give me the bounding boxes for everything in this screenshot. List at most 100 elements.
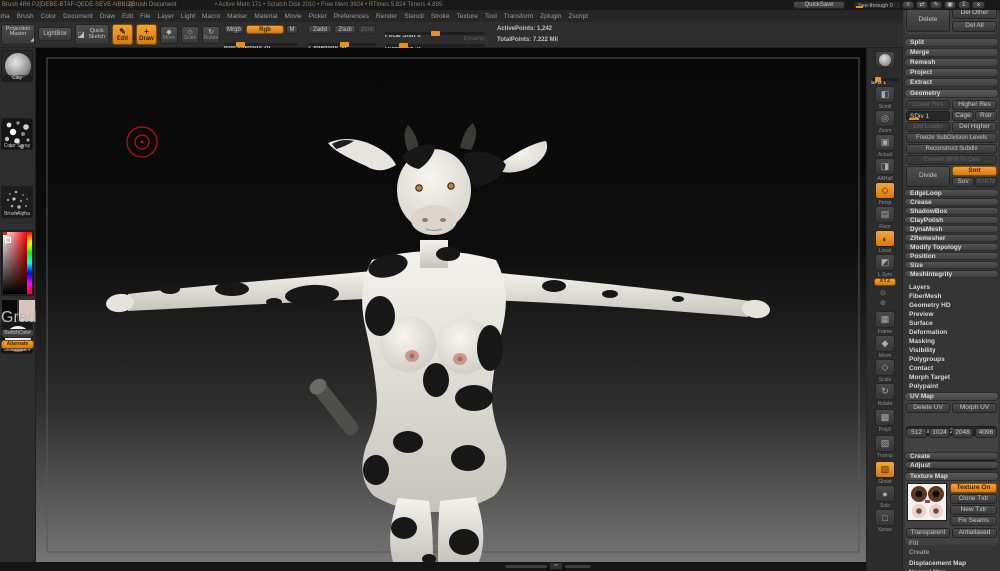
delete-button[interactable]: Delete bbox=[906, 8, 950, 32]
shelf-move[interactable]: ◆ Move bbox=[875, 335, 895, 359]
menu-color[interactable]: Color bbox=[41, 13, 57, 20]
see-through-knob[interactable] bbox=[856, 6, 863, 8]
rgb-intensity-knob[interactable] bbox=[236, 42, 245, 47]
menu-preferences[interactable]: Preferences bbox=[334, 13, 369, 20]
dynamic-label[interactable]: Dynamic bbox=[464, 37, 485, 43]
section-modify-topology[interactable]: Modify Topology bbox=[904, 243, 999, 251]
pivot-a-icon[interactable]: ⊙ bbox=[880, 289, 886, 297]
draw-size-slider[interactable]: Draw Size 52 Dynamic bbox=[385, 36, 485, 46]
section-masking[interactable]: Masking bbox=[904, 337, 999, 345]
shelf-aahalf[interactable]: ◨ AAHalf bbox=[875, 158, 895, 182]
canvas-scrollbar-left[interactable] bbox=[505, 565, 547, 568]
swap-shelves-icon[interactable]: ⇄ bbox=[916, 1, 928, 9]
fix-seams-button[interactable]: Fix Seams bbox=[950, 516, 997, 526]
new-texture-button[interactable]: New Txtr bbox=[950, 505, 997, 515]
menu-document[interactable]: Document bbox=[63, 13, 93, 20]
edit-mode-button[interactable]: ✎ Edit bbox=[112, 24, 133, 45]
rotate-mode-button[interactable]: ↻ Rotate bbox=[202, 26, 220, 44]
section-position[interactable]: Position bbox=[904, 252, 999, 260]
section-uv-map[interactable]: UV Map bbox=[904, 392, 999, 401]
menu-movie[interactable]: Movie bbox=[284, 13, 301, 20]
menu-tool[interactable]: Tool bbox=[485, 13, 497, 20]
drag-ui-icon[interactable]: ≡ bbox=[902, 1, 914, 9]
section-morph-target[interactable]: Morph Target bbox=[904, 373, 999, 381]
transparent-button[interactable]: Transparent bbox=[906, 528, 950, 538]
draw-mode-button[interactable]: + Draw bbox=[136, 24, 157, 45]
menu-brush[interactable]: Brush bbox=[17, 13, 34, 20]
bpr-button[interactable] bbox=[875, 51, 895, 68]
mrgb-button[interactable]: Mrgb bbox=[224, 25, 244, 34]
section-merge[interactable]: Merge bbox=[904, 48, 999, 57]
shelf-lsym[interactable]: ◩ L.Sym bbox=[875, 254, 895, 278]
rstuv-toggle[interactable]: RstUV bbox=[975, 177, 997, 187]
section-zremesher[interactable]: ZRemesher bbox=[904, 234, 999, 242]
menu-render[interactable]: Render bbox=[376, 13, 397, 20]
spix-knob[interactable] bbox=[875, 77, 881, 82]
shelf-frame[interactable]: ▦ Frame bbox=[875, 311, 895, 335]
move-mode-button[interactable]: ◆ Move bbox=[160, 26, 178, 44]
texture-map-thumbnail[interactable] bbox=[907, 483, 947, 521]
uv-size-2048-button[interactable]: 2048 bbox=[952, 428, 973, 438]
z-intensity-slider[interactable]: Z Intensity 50 bbox=[308, 36, 376, 45]
projection-master-button[interactable]: Projection Master ◢ bbox=[1, 24, 35, 45]
section-layers[interactable]: Layers bbox=[904, 283, 999, 291]
section-texture-create[interactable]: Create bbox=[904, 548, 999, 556]
sdiv-slider[interactable]: SDiv 1 bbox=[906, 111, 950, 121]
menu-zscript[interactable]: Zscript bbox=[569, 13, 589, 20]
spix-slider[interactable]: SPix 1 bbox=[871, 71, 899, 81]
shelf-actual[interactable]: ▣ Actual bbox=[875, 134, 895, 158]
section-visibility[interactable]: Visibility bbox=[904, 346, 999, 354]
morph-uv-button[interactable]: Morph UV bbox=[952, 403, 997, 413]
section-extract[interactable]: Extract bbox=[904, 78, 999, 87]
menu-stroke[interactable]: Stroke bbox=[431, 13, 450, 20]
shelf-transp[interactable]: ▨ Transp bbox=[875, 435, 895, 459]
menu-marker[interactable]: Marker bbox=[227, 13, 247, 20]
menu-material[interactable]: Material bbox=[254, 13, 277, 20]
document-canvas[interactable] bbox=[36, 48, 866, 562]
section-project[interactable]: Project bbox=[904, 68, 999, 77]
section-surface[interactable]: Surface bbox=[904, 319, 999, 327]
sigma-icon[interactable]: Σ bbox=[958, 1, 970, 9]
uv-size-512-button[interactable]: 512 bbox=[906, 428, 927, 438]
current-stroke-thumbnail[interactable]: Color Spray bbox=[1, 118, 33, 150]
cage-button[interactable]: Cage bbox=[952, 111, 974, 121]
canvas-scrollbar-toggle[interactable]: ▴▾ bbox=[550, 563, 562, 569]
focal-shift-slider[interactable]: Focal Shift 0 bbox=[385, 24, 485, 34]
lightbox-button[interactable]: LightBox bbox=[38, 27, 72, 41]
rgb-button[interactable]: Rgb bbox=[246, 25, 284, 34]
shelf-scroll[interactable]: ◧ Scroll bbox=[875, 86, 895, 110]
section-geometry[interactable]: Geometry bbox=[904, 89, 999, 98]
quick-sketch-button[interactable]: ◪ Quick Sketch bbox=[75, 24, 109, 45]
section-size[interactable]: Size bbox=[904, 261, 999, 269]
section-fibermesh[interactable]: FiberMesh bbox=[904, 292, 999, 300]
rstr-button[interactable]: Rstr bbox=[975, 111, 997, 121]
scale-mode-button[interactable]: ◇ Scale bbox=[181, 26, 199, 44]
section-displacement-map[interactable]: Displacement Map bbox=[904, 559, 999, 567]
document-icon[interactable]: ▣ bbox=[944, 1, 956, 9]
rgb-intensity-slider[interactable]: Rgb Intensity 20 bbox=[224, 36, 298, 45]
suv-toggle[interactable]: Suv bbox=[952, 177, 974, 187]
shelf-rotate[interactable]: ↻ Rotate bbox=[875, 383, 895, 407]
lower-res-button[interactable]: Lower Res bbox=[906, 100, 950, 110]
section-split[interactable]: Split bbox=[904, 38, 999, 47]
del-all-button[interactable]: Del All bbox=[952, 21, 997, 32]
divide-button[interactable]: Divide bbox=[906, 166, 950, 187]
menu-light[interactable]: Light bbox=[181, 13, 195, 20]
zcut-button[interactable]: Zcut bbox=[358, 25, 376, 34]
shelf-polyf[interactable]: ▩ PolyF bbox=[875, 409, 895, 433]
color-picker[interactable] bbox=[1, 230, 34, 296]
section-fill[interactable]: Fill bbox=[904, 539, 999, 547]
menu-zplugin[interactable]: Zplugin bbox=[540, 13, 561, 20]
shelf-floor[interactable]: ▤ Floor bbox=[875, 206, 895, 230]
section-crease[interactable]: Crease bbox=[904, 198, 999, 206]
uv-size-1024-button[interactable]: 1024 bbox=[929, 428, 950, 438]
clone-texture-button[interactable]: Clone Txtr bbox=[950, 494, 997, 504]
section-shadowbox[interactable]: ShadowBox bbox=[904, 207, 999, 215]
section-uv-adjust[interactable]: Adjust bbox=[904, 461, 999, 469]
menu-edit[interactable]: Edit bbox=[122, 13, 133, 20]
shelf-local[interactable]: ◐ Local bbox=[875, 230, 895, 254]
menu-transform[interactable]: Transform bbox=[504, 13, 533, 20]
shelf-ghost[interactable]: ▧ Ghost bbox=[875, 461, 895, 485]
shelf-xpose[interactable]: □ Xpose bbox=[875, 509, 895, 533]
section-uv-create[interactable]: Create bbox=[904, 452, 999, 460]
